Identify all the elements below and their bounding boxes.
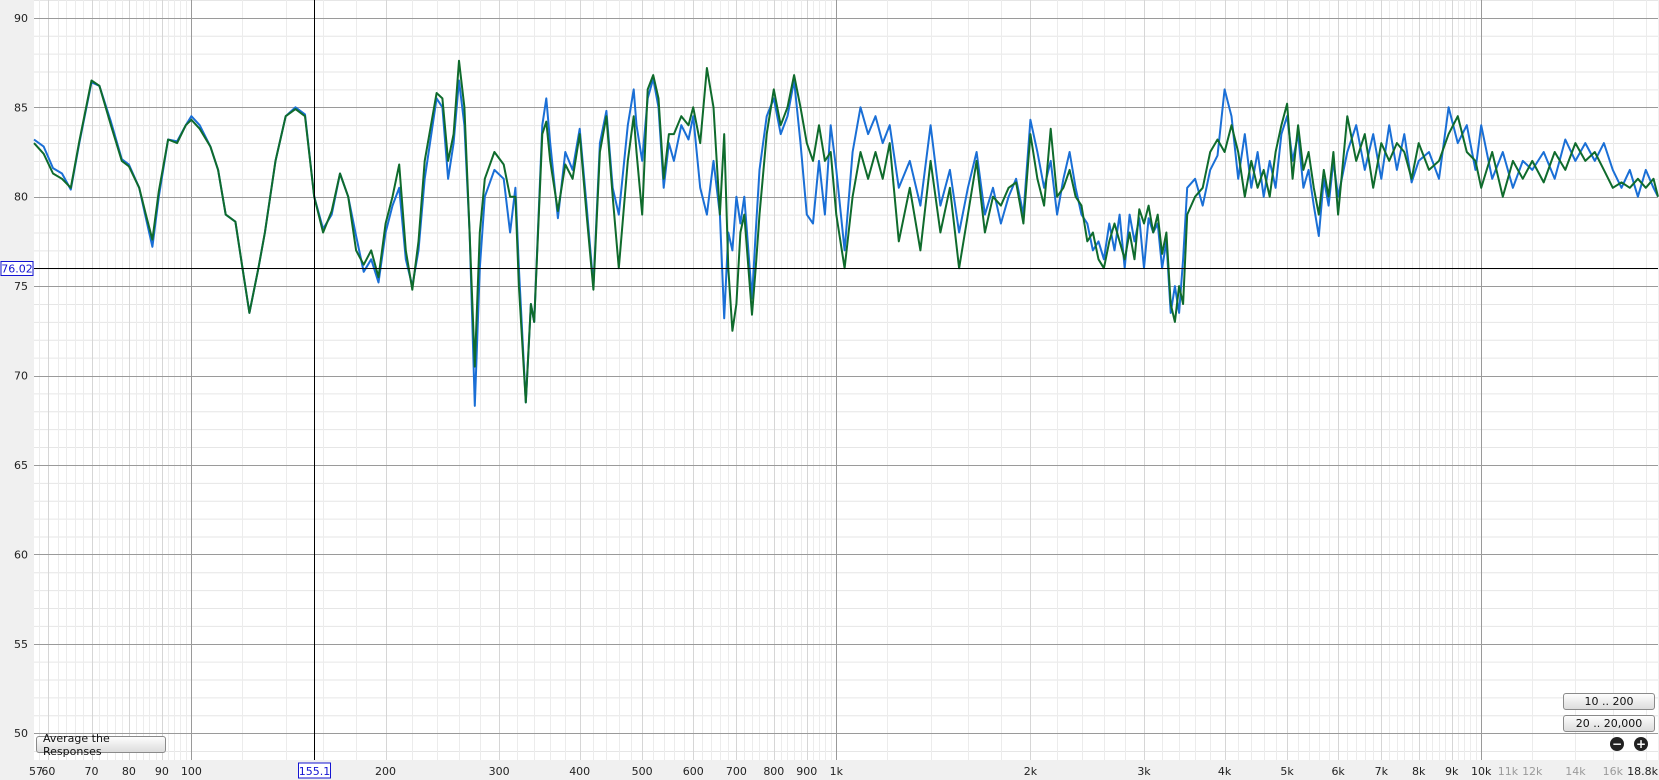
y-tick-label: 90 <box>14 12 28 25</box>
x-tick-label: 5k <box>1280 765 1294 778</box>
x-tick-label: 2k <box>1024 765 1038 778</box>
y-tick-label: 50 <box>14 727 28 740</box>
x-tick-label: 300 <box>489 765 510 778</box>
plot-area[interactable] <box>34 0 1658 760</box>
x-tick-label: 90 <box>155 765 169 778</box>
range-10-200-button[interactable]: 10 .. 200 <box>1563 693 1655 710</box>
x-tick-label: 100 <box>181 765 202 778</box>
y-tick-label: 75 <box>14 280 28 293</box>
x-tick-label: 900 <box>796 765 817 778</box>
zoom-out-icon[interactable]: − <box>1610 737 1624 751</box>
x-tick-label: 4k <box>1218 765 1232 778</box>
y-tick-label: 85 <box>14 101 28 114</box>
x-tick-label: 7k <box>1375 765 1389 778</box>
y-axis-tick-labels: 50 55 60 65 70 75 80 85 90 <box>14 12 28 740</box>
x-tick-label: 500 <box>632 765 653 778</box>
y-tick-label: 65 <box>14 459 28 472</box>
x-tick-label: 8k <box>1412 765 1426 778</box>
cursor-y-readout: 76.02 <box>1 263 33 276</box>
y-tick-label: 80 <box>14 191 28 204</box>
x-tick-label: 1k <box>830 765 844 778</box>
x-tick-label: 3k <box>1137 765 1151 778</box>
x-tick-label: 10k <box>1471 765 1492 778</box>
x-tick-label: 9k <box>1445 765 1459 778</box>
x-tick-label: 16k <box>1603 765 1624 778</box>
x-tick-label: 400 <box>569 765 590 778</box>
y-tick-label: 60 <box>14 548 28 561</box>
x-tick-label: 70 <box>85 765 99 778</box>
range-20-20000-button[interactable]: 20 .. 20,000 <box>1563 715 1655 732</box>
zoom-in-icon[interactable]: + <box>1634 737 1648 751</box>
x-tick-label: 6k <box>1331 765 1345 778</box>
frequency-response-chart[interactable]: 505560657075808590 5760 70 80 90 100 200 300 40… <box>0 0 1659 780</box>
x-tick-label: 12k <box>1522 765 1543 778</box>
x-tick-label: 600 <box>683 765 704 778</box>
average-responses-button[interactable]: Average the Responses <box>36 732 166 758</box>
x-tick-label: 200 <box>375 765 396 778</box>
cursor-x-readout: 155.1 <box>299 765 331 778</box>
x-tick-label: 11k <box>1498 765 1519 778</box>
x-tick-label: 700 <box>726 765 747 778</box>
x-tick-label: 80 <box>122 765 136 778</box>
y-tick-label: 55 <box>14 638 28 651</box>
x-axis-tick-labels: 5760 70 80 90 100 200 300 400 500 600 700 800 900 1k 2… <box>29 765 1659 778</box>
x-tick-label: 800 <box>763 765 784 778</box>
x-tick-label: 60 <box>41 765 55 778</box>
y-tick-label: 70 <box>14 370 28 383</box>
x-tick-label: 18.8k <box>1627 765 1658 778</box>
x-tick-label: 14k <box>1565 765 1586 778</box>
